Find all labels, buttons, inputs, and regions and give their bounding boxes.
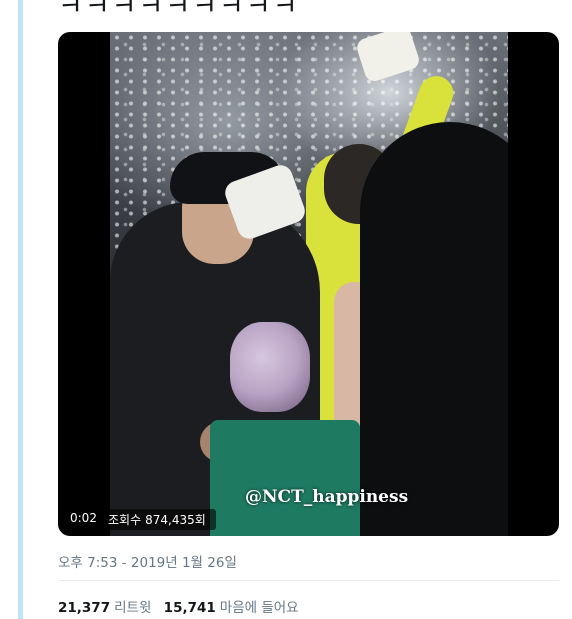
retweets-count: 21,377 xyxy=(58,600,111,616)
retweets-stat[interactable]: 21,377 리트윗 xyxy=(58,600,151,616)
thread-line xyxy=(18,0,23,619)
tweet-text: ㅋㅋㅋㅋㅋㅋㅋㅋㅋ xyxy=(58,0,300,22)
foreground-person xyxy=(360,122,508,536)
video-frame xyxy=(110,32,508,536)
likes-count: 15,741 xyxy=(163,600,216,616)
views-count: 874,435회 xyxy=(145,513,206,527)
divider xyxy=(58,580,559,581)
green-seat xyxy=(210,420,360,536)
flower-bouquet xyxy=(230,322,310,412)
video-elapsed-time: 0:02 xyxy=(65,509,102,527)
likes-stat[interactable]: 15,741 마음에 들어요 xyxy=(164,600,299,616)
tweet-stats: 21,377 리트윗 15,741 마음에 들어요 xyxy=(58,596,307,616)
views-label: 조회수 xyxy=(108,513,142,527)
video-view-count: 조회수 874,435회 xyxy=(102,509,216,530)
video-player[interactable]: @NCT_happiness 0:02 조회수 874,435회 xyxy=(58,32,559,536)
likes-label: 마음에 들어요 xyxy=(219,600,299,616)
video-watermark: @NCT_happiness xyxy=(245,487,409,507)
tweet-timestamp[interactable]: 오후 7:53 - 2019년 1월 26일 xyxy=(58,551,237,571)
retweets-label: 리트윗 xyxy=(114,600,152,616)
